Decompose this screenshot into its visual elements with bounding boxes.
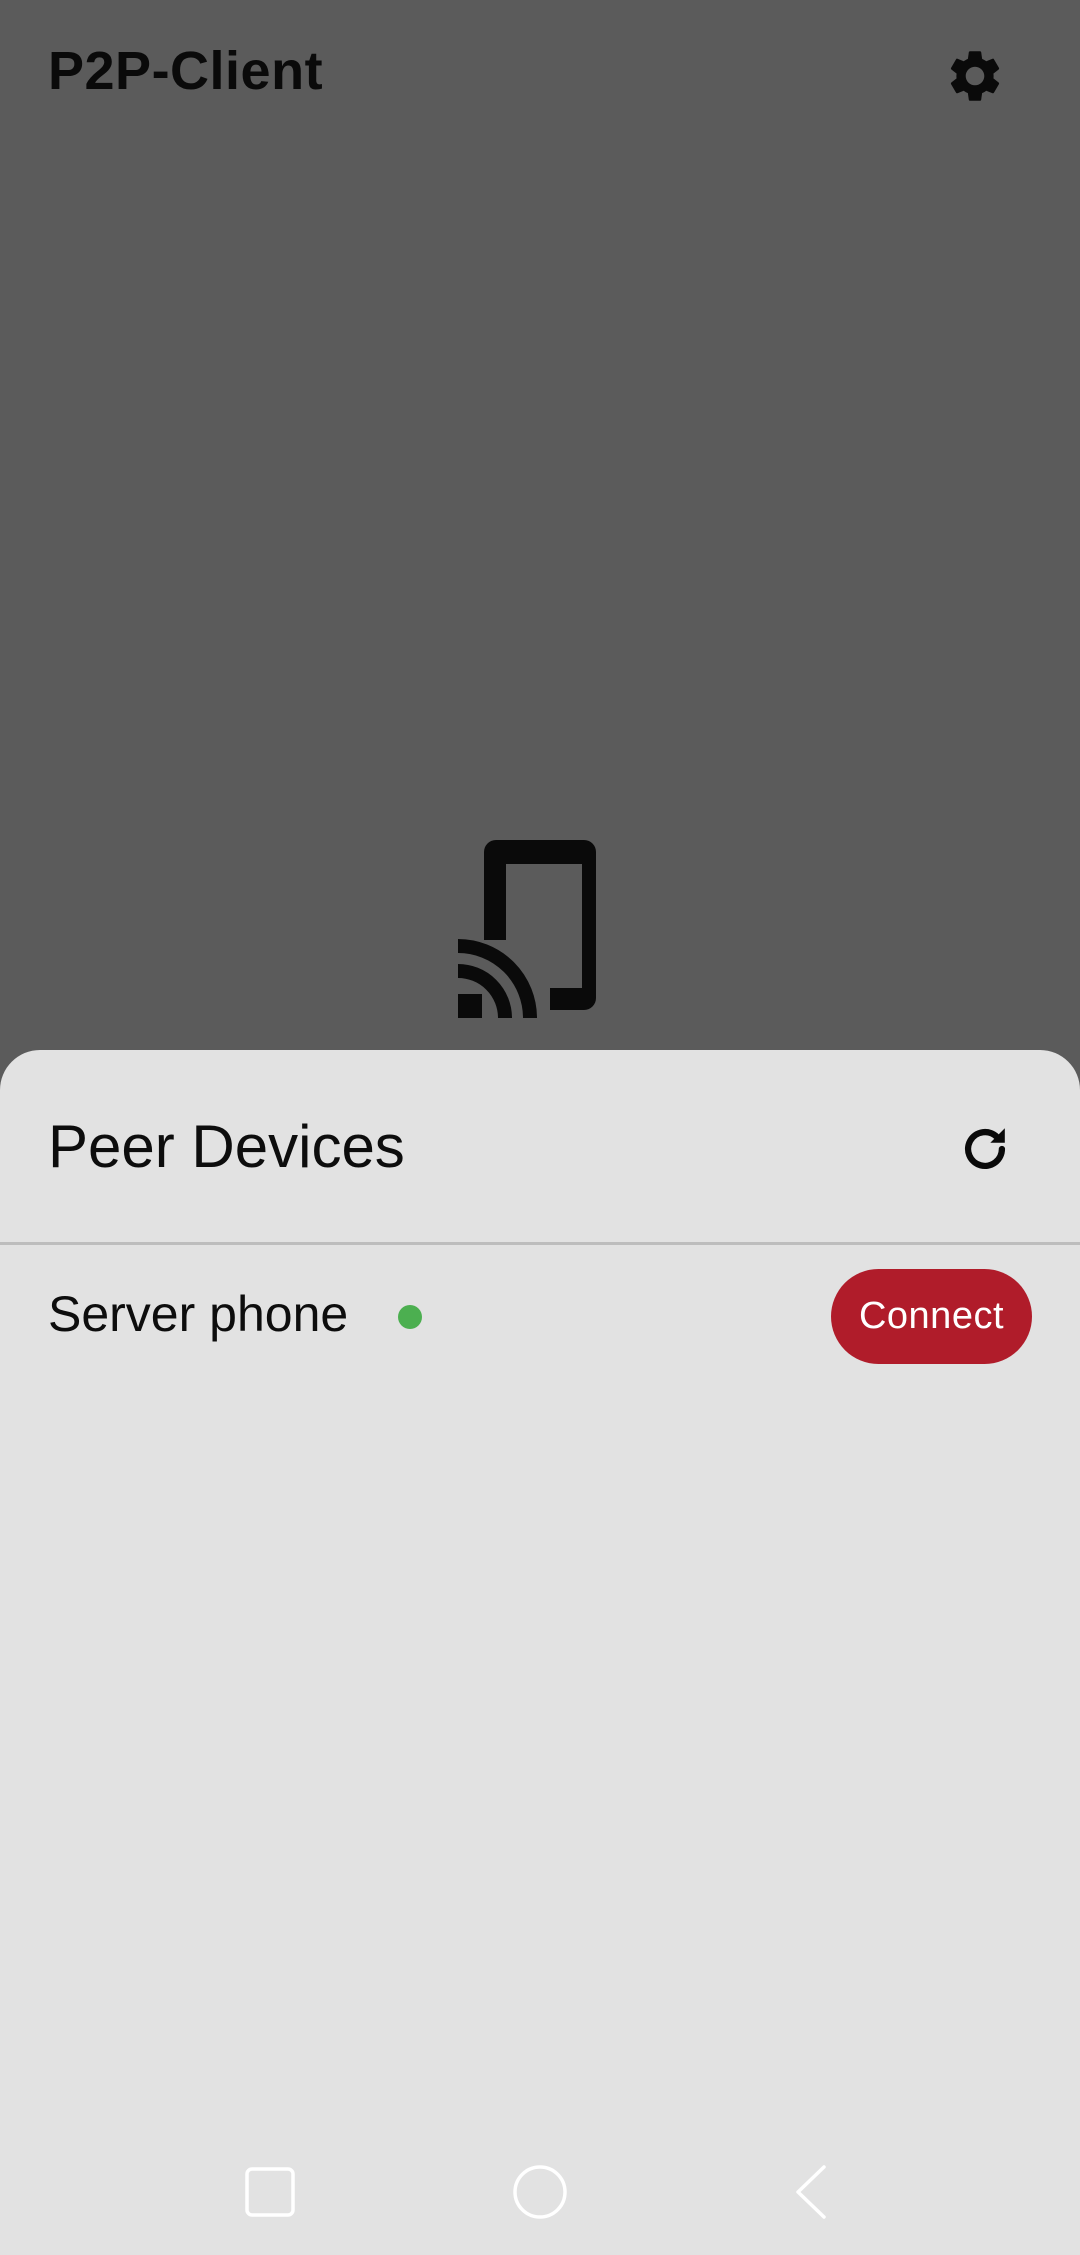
recents-button[interactable] (240, 2162, 300, 2222)
device-name: Server phone (48, 1286, 349, 1342)
device-row: Server phone Connect (0, 1260, 1080, 1370)
back-button[interactable] (780, 2162, 840, 2222)
divider (0, 1242, 1080, 1245)
system-nav-bar (0, 2120, 1080, 2255)
settings-button[interactable] (935, 36, 1015, 116)
sheet-title: Peer Devices (48, 1113, 405, 1180)
app-title: P2P-Client (48, 41, 324, 101)
cast-phone-icon (457, 840, 600, 1019)
refresh-button[interactable] (950, 1114, 1020, 1184)
online-status-dot (398, 1305, 422, 1329)
recents-square-icon (245, 2167, 295, 2217)
sheet-header: Peer Devices (0, 1050, 1080, 1242)
refresh-icon (964, 1128, 1006, 1170)
home-button[interactable] (510, 2162, 570, 2222)
back-chevron-icon (796, 2165, 826, 2219)
gear-icon (950, 51, 1000, 101)
connect-button[interactable]: Connect (831, 1269, 1032, 1364)
home-circle-icon (513, 2165, 567, 2219)
peer-devices-sheet: Peer Devices Server phone Connect (0, 1050, 1080, 2255)
app-bar: P2P-Client (0, 0, 1080, 150)
